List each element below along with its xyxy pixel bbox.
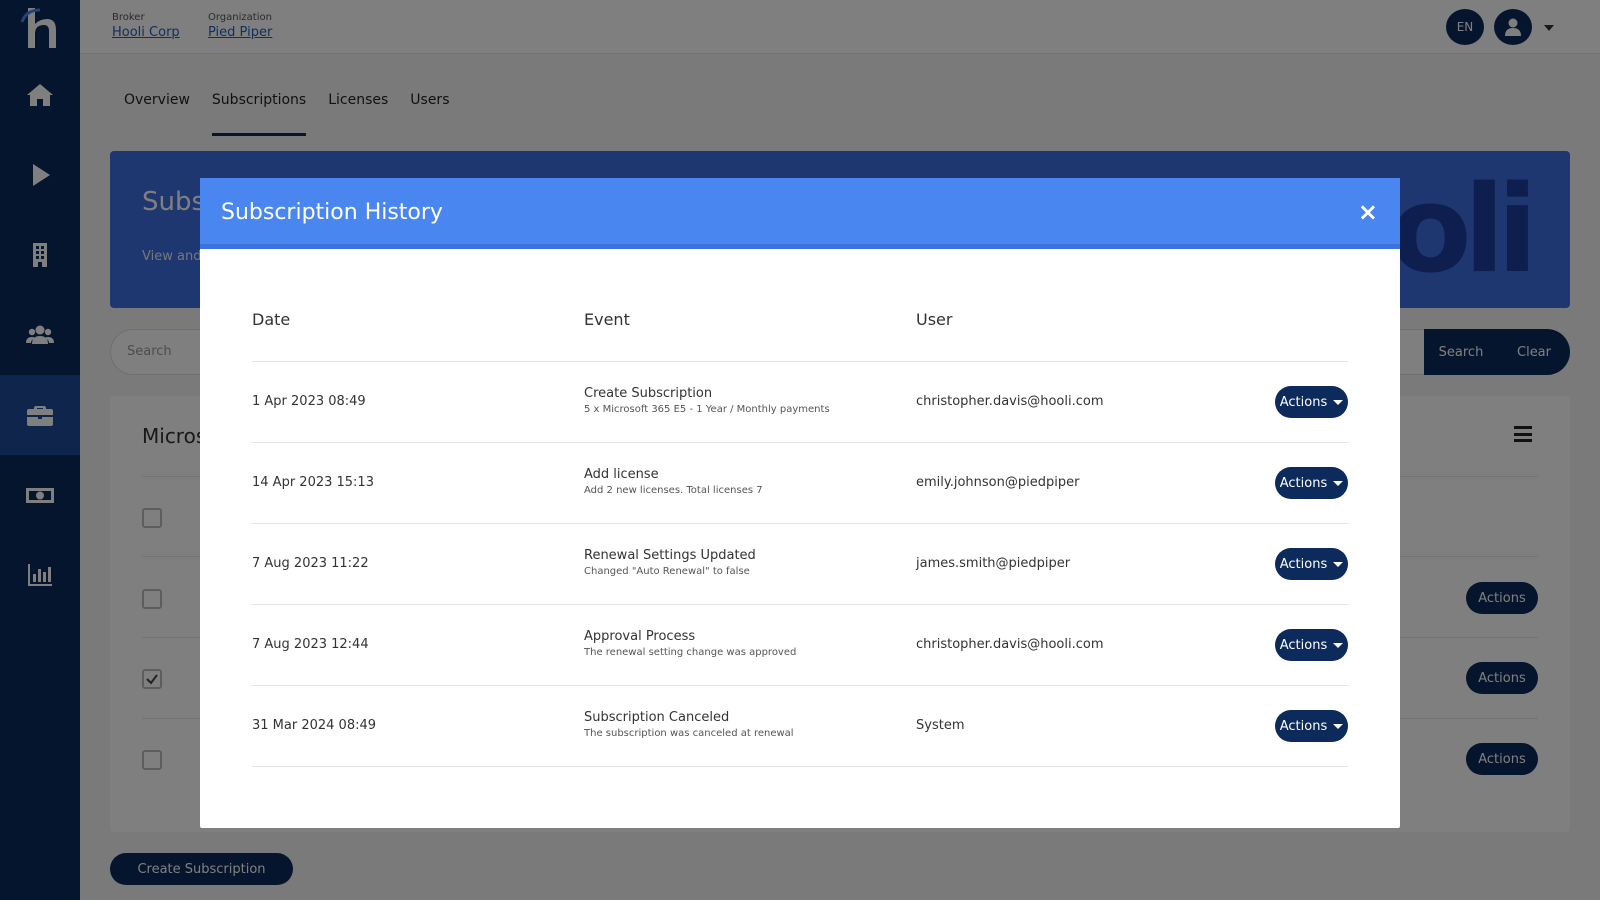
row-event: Renewal Settings Updated Changed "Auto R… xyxy=(584,548,756,577)
row-date: 1 Apr 2023 08:49 xyxy=(252,394,366,409)
actions-label: Actions xyxy=(1279,394,1328,410)
caret-down-icon xyxy=(1333,480,1344,486)
table-row: 7 Aug 2023 11:22 Renewal Settings Update… xyxy=(252,524,1348,605)
actions-button[interactable]: Actions xyxy=(1275,386,1348,418)
close-icon[interactable]: × xyxy=(1358,198,1378,226)
event-description: 5 x Microsoft 365 E5 - 1 Year / Monthly … xyxy=(584,404,830,415)
row-event: Approval Process The renewal setting cha… xyxy=(584,629,796,658)
modal-title: Subscription History xyxy=(221,200,443,225)
row-user: james.smith@piedpiper xyxy=(916,556,1071,571)
actions-label: Actions xyxy=(1279,475,1328,491)
row-date: 31 Mar 2024 08:49 xyxy=(252,718,377,733)
event-title: Subscription Canceled xyxy=(584,710,730,725)
row-date: 7 Aug 2023 11:22 xyxy=(252,556,369,571)
event-title: Renewal Settings Updated xyxy=(584,548,756,563)
row-event: Subscription Canceled The subscription w… xyxy=(584,710,794,739)
event-description: Changed "Auto Renewal" to false xyxy=(584,566,750,577)
row-event: Add license Add 2 new licenses. Total li… xyxy=(584,467,763,496)
caret-down-icon xyxy=(1333,723,1344,729)
actions-button[interactable]: Actions xyxy=(1275,629,1348,661)
table-header: Date Event User xyxy=(252,290,1348,362)
column-header-event: Event xyxy=(584,310,630,329)
column-header-date: Date xyxy=(252,310,291,329)
row-date: 14 Apr 2023 15:13 xyxy=(252,475,374,490)
row-user: christopher.davis@hooli.com xyxy=(916,394,1104,409)
actions-button[interactable]: Actions xyxy=(1275,710,1348,742)
caret-down-icon xyxy=(1333,399,1344,405)
table-row: 1 Apr 2023 08:49 Create Subscription 5 x… xyxy=(252,362,1348,443)
actions-button[interactable]: Actions xyxy=(1275,548,1348,580)
modal-header: Subscription History × xyxy=(200,178,1400,249)
column-header-user: User xyxy=(916,310,953,329)
caret-down-icon xyxy=(1333,561,1344,567)
actions-label: Actions xyxy=(1279,718,1328,734)
row-user: christopher.davis@hooli.com xyxy=(916,637,1104,652)
actions-button[interactable]: Actions xyxy=(1275,467,1348,499)
event-title: Add license xyxy=(584,467,659,482)
event-title: Approval Process xyxy=(584,629,696,644)
event-title: Create Subscription xyxy=(584,386,713,401)
row-user: System xyxy=(916,718,965,733)
subscription-history-modal: Subscription History × Date Event User 1… xyxy=(200,178,1400,828)
actions-label: Actions xyxy=(1279,556,1328,572)
event-description: The renewal setting change was approved xyxy=(584,647,797,658)
caret-down-icon xyxy=(1333,642,1344,648)
row-event: Create Subscription 5 x Microsoft 365 E5… xyxy=(584,386,830,415)
event-description: Add 2 new licenses. Total licenses 7 xyxy=(584,485,763,496)
table-row: 31 Mar 2024 08:49 Subscription Canceled … xyxy=(252,686,1348,767)
event-description: The subscription was canceled at renewal xyxy=(584,728,794,739)
table-row: 7 Aug 2023 12:44 Approval Process The re… xyxy=(252,605,1348,686)
actions-label: Actions xyxy=(1279,637,1328,653)
row-date: 7 Aug 2023 12:44 xyxy=(252,637,369,652)
history-table: Date Event User 1 Apr 2023 08:49 Create … xyxy=(252,290,1348,767)
table-row: 14 Apr 2023 15:13 Add license Add 2 new … xyxy=(252,443,1348,524)
row-user: emily.johnson@piedpiper xyxy=(916,475,1080,490)
